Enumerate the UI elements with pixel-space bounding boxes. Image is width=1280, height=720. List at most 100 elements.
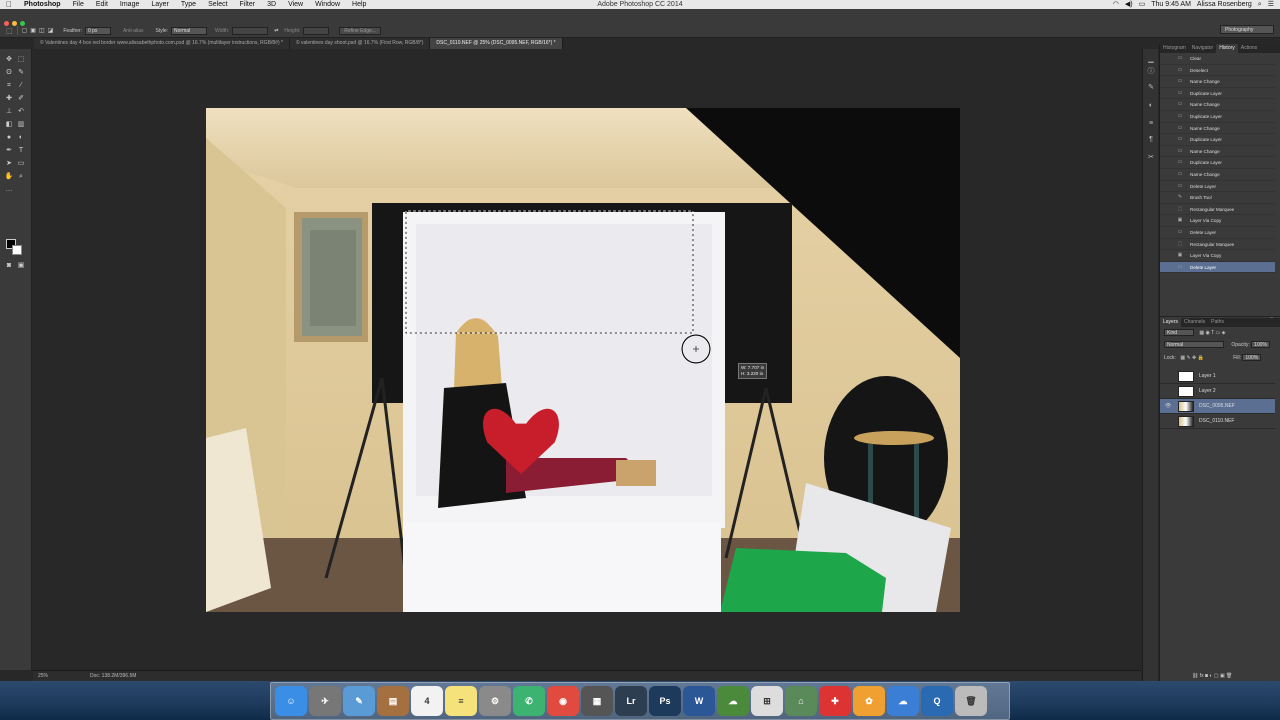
eraser-icon[interactable]: ◧ — [4, 120, 14, 130]
background-color-swatch[interactable] — [12, 245, 22, 255]
facetime-icon[interactable]: ✆ — [513, 686, 545, 716]
tab-actions[interactable]: Actions — [1238, 44, 1260, 53]
tab-history[interactable]: History — [1216, 44, 1238, 53]
antialias-checkbox[interactable]: Anti-alias — [123, 28, 144, 34]
history-brush-icon[interactable]: ↶ — [16, 107, 26, 117]
marquee-icon[interactable]: ⬚ — [16, 55, 26, 65]
menu-type[interactable]: Type — [175, 0, 202, 9]
move-tool-icon[interactable]: ✥ — [4, 55, 14, 65]
icloud-icon[interactable]: ☁ — [887, 686, 919, 716]
menu-3d[interactable]: 3D — [261, 0, 282, 9]
stamp-icon[interactable]: ⊥ — [4, 107, 14, 117]
photoshop-icon[interactable]: Ps — [649, 686, 681, 716]
screen-mode-icon[interactable]: ▣ — [16, 261, 26, 271]
swap-dimensions-icon[interactable]: ⇄ — [274, 28, 278, 34]
notebook-icon[interactable]: ▤ — [377, 686, 409, 716]
volume-icon[interactable]: ◀) — [1125, 0, 1133, 9]
user-name[interactable]: Alissa Rosenberg — [1197, 0, 1252, 9]
word-icon[interactable]: W — [683, 686, 715, 716]
launchpad-icon[interactable]: ✈ — [309, 686, 341, 716]
history-state[interactable]: ▭ Name Change — [1160, 76, 1275, 88]
layer-filter-select[interactable]: Kind — [1164, 329, 1194, 336]
subtract-selection-icon[interactable]: ◫ — [39, 27, 45, 34]
network-icon[interactable]: ☁ — [717, 686, 749, 716]
layer-row[interactable]: Layer 1 — [1160, 369, 1275, 384]
lightroom-icon[interactable]: Lr — [615, 686, 647, 716]
notes-icon[interactable]: ≡ — [445, 686, 477, 716]
grid-app-icon[interactable]: ⊞ — [751, 686, 783, 716]
hand-icon[interactable]: ✋ — [4, 172, 14, 182]
blend-mode-select[interactable]: Normal — [1164, 341, 1224, 348]
notification-icon[interactable]: ☰ — [1268, 0, 1274, 9]
intersect-selection-icon[interactable]: ◪ — [48, 27, 54, 34]
menu-help[interactable]: Help — [346, 0, 372, 9]
marquee-tool-icon[interactable]: ⬚ — [6, 27, 13, 35]
menu-filter[interactable]: Filter — [234, 0, 262, 9]
width-input[interactable] — [232, 26, 269, 35]
chrome-icon[interactable]: ◉ — [547, 686, 579, 716]
calculator-icon[interactable]: ▦ — [581, 686, 613, 716]
new-selection-icon[interactable]: ▢ — [22, 27, 28, 34]
clock[interactable]: Thu 9:45 AM — [1151, 0, 1191, 9]
history-state[interactable]: ▭ Name Change — [1160, 99, 1275, 111]
lock-icons[interactable]: ▦ ✎ ✥ 🔒 — [1180, 355, 1204, 361]
menu-window[interactable]: Window — [309, 0, 346, 9]
pen-icon[interactable]: ✒ — [4, 146, 14, 156]
history-state[interactable]: ▭ Duplicate Layer — [1160, 88, 1275, 100]
menu-select[interactable]: Select — [202, 0, 233, 9]
layer-row[interactable]: 👁 DSC_0095.NEF — [1160, 399, 1275, 414]
history-state[interactable]: ▭ Duplicate Layer — [1160, 134, 1275, 146]
healing-icon[interactable]: ✚ — [4, 94, 14, 104]
fill-input[interactable]: 100% — [1242, 354, 1262, 361]
brush-icon[interactable]: ✐ — [16, 94, 26, 104]
tab-channels[interactable]: Channels — [1181, 318, 1208, 327]
paragraph-icon[interactable]: ¶ — [1146, 135, 1156, 145]
tab-layers[interactable]: Layers — [1160, 318, 1182, 327]
lasso-icon[interactable]: ʘ — [4, 68, 14, 78]
tools-settings-icon[interactable]: ✂ — [1146, 153, 1156, 163]
history-state[interactable]: ⬚ Rectangular Marquee — [1160, 204, 1275, 216]
history-state[interactable]: ⬚ Rectangular Marquee — [1160, 239, 1275, 251]
history-state[interactable]: ▭ Duplicate Layer — [1160, 111, 1275, 123]
more-tools-icon[interactable]: … — [4, 185, 14, 195]
menu-file[interactable]: File — [67, 0, 90, 9]
blur-icon[interactable]: ● — [4, 133, 14, 143]
workspace-select[interactable]: Photography — [1220, 25, 1274, 34]
refine-edge-button[interactable]: Refine Edge... — [339, 26, 381, 35]
crop-icon[interactable]: ⌗ — [4, 81, 14, 91]
feather-input[interactable]: 0 px — [84, 26, 111, 35]
document-image[interactable] — [206, 108, 960, 612]
history-state[interactable]: ▭ Delete Layer — [1160, 181, 1275, 193]
history-state[interactable]: ▭ Clear — [1160, 53, 1275, 65]
first-aid-icon[interactable]: ✚ — [819, 686, 851, 716]
quick-mask-icon[interactable]: ◙ — [4, 261, 14, 271]
layer-footer-icons[interactable]: ⛓ fx ◙ ◐ ▢ ▣ 🗑 — [1192, 673, 1232, 679]
history-state[interactable]: ▭ Name Change — [1160, 123, 1275, 135]
doc-tab-2[interactable]: © valentines day shoot.psd @ 16.7% (Firs… — [289, 38, 431, 49]
history-state[interactable]: ▭ Name Change — [1160, 146, 1275, 158]
properties-icon[interactable]: ≡ — [1146, 119, 1156, 129]
gradient-icon[interactable]: ▥ — [16, 120, 26, 130]
tab-paths[interactable]: Paths — [1208, 318, 1227, 327]
history-state[interactable]: ▣ Layer Via Copy — [1160, 250, 1275, 262]
doc-size[interactable]: Doc: 138.2M/396.5M — [90, 673, 136, 679]
history-state[interactable]: ▭ Duplicate Layer — [1160, 157, 1275, 169]
battery-icon[interactable]: ▭ — [1139, 0, 1146, 9]
quick-select-icon[interactable]: ✎ — [16, 68, 26, 78]
menu-edit[interactable]: Edit — [90, 0, 114, 9]
history-state[interactable]: ▣ Layer Via Copy — [1160, 215, 1275, 227]
layer-row[interactable]: DSC_0110.NEF — [1160, 414, 1275, 429]
history-state[interactable]: ▭ Deselect — [1160, 65, 1275, 77]
opacity-input[interactable]: 100% — [1251, 341, 1270, 348]
menu-view[interactable]: View — [282, 0, 309, 9]
history-state[interactable]: ▭ Delete Layer — [1160, 227, 1275, 239]
shape-icon[interactable]: ▭ — [16, 159, 26, 169]
brush-presets-icon[interactable]: ✎ — [1146, 83, 1156, 93]
tab-navigator[interactable]: Navigator — [1189, 44, 1216, 53]
add-selection-icon[interactable]: ▣ — [30, 27, 36, 34]
menu-layer[interactable]: Layer — [145, 0, 175, 9]
system-preferences-icon[interactable]: ⚙ — [479, 686, 511, 716]
history-state[interactable]: ▭ Delete Layer — [1160, 261, 1275, 274]
histogram-icon[interactable]: ▁ — [1146, 55, 1156, 65]
tab-histogram[interactable]: Histogram — [1160, 44, 1189, 53]
